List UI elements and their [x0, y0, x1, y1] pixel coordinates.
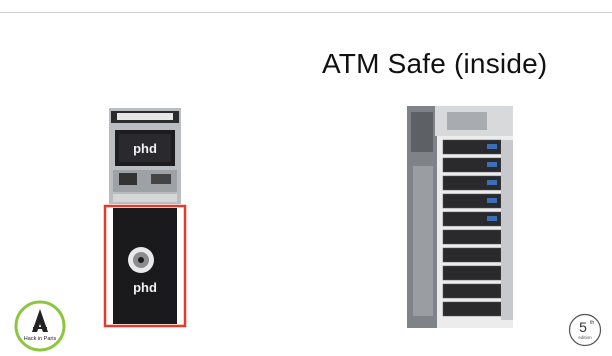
top-divider: [0, 12, 612, 13]
safe-interior-photo: [407, 106, 513, 328]
hack-in-paris-logo: Hack in Paris: [14, 300, 66, 352]
slide-title: ATM Safe (inside): [322, 48, 548, 79]
atm-safe-brand: phd: [133, 280, 157, 295]
edition-suffix: th: [590, 320, 594, 326]
atm-photo: phd phd: [103, 108, 187, 330]
edition-word: edition: [578, 335, 592, 340]
edition-badge: 5 th edition: [568, 313, 602, 347]
edition-number: 5: [579, 319, 587, 335]
atm-screen-brand: phd: [133, 141, 157, 156]
logo-text: Hack in Paris: [24, 336, 57, 342]
